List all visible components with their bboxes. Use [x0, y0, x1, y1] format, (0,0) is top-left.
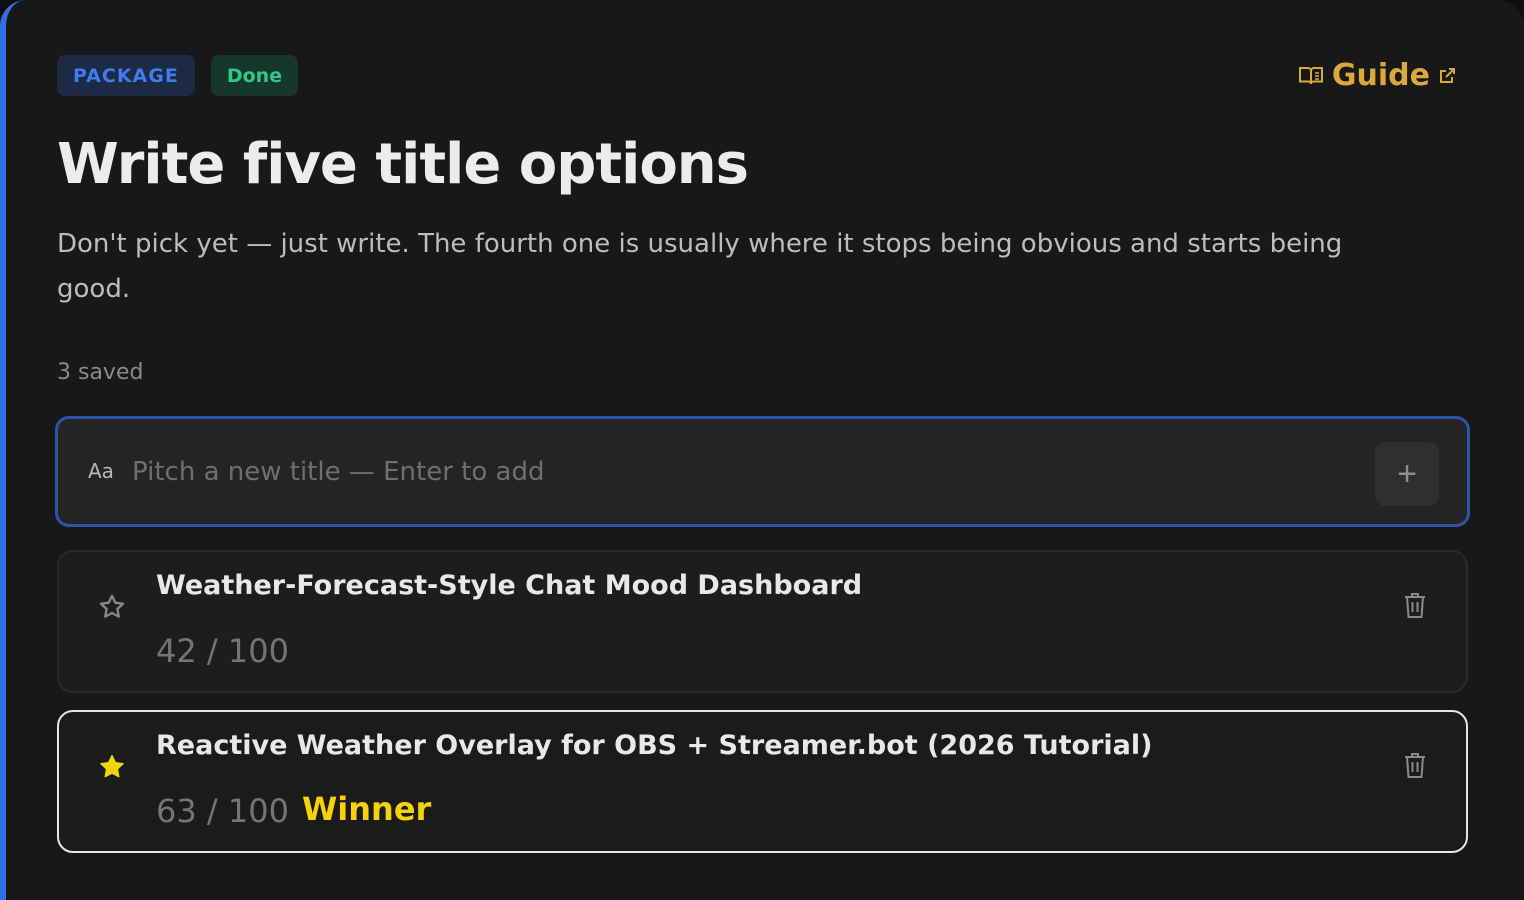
add-title-button[interactable]: +: [1375, 442, 1439, 506]
external-link-icon: [1438, 67, 1456, 85]
status-badge: Done: [210, 55, 299, 96]
title-score: 63 / 100: [156, 792, 289, 830]
trash-icon[interactable]: [1402, 750, 1428, 780]
saved-count: 3 saved: [57, 360, 144, 385]
new-title-input[interactable]: [132, 449, 1352, 495]
new-title-composer: Aa +: [55, 416, 1470, 527]
guide-label: Guide: [1331, 58, 1430, 93]
task-description: Don't pick yet — just write. The fourth …: [57, 229, 1343, 304]
title-option-card-winner: Reactive Weather Overlay for OBS + Strea…: [57, 710, 1468, 853]
trash-icon[interactable]: [1402, 590, 1428, 620]
star-outline-icon[interactable]: [97, 592, 127, 622]
title-option-card: Weather-Forecast-Style Chat Mood Dashboa…: [57, 550, 1468, 693]
plus-icon: +: [1397, 455, 1417, 493]
page-title: Write five title options: [57, 132, 749, 197]
title-option-text: Weather-Forecast-Style Chat Mood Dashboa…: [156, 570, 863, 601]
guide-link[interactable]: Guide: [1298, 58, 1456, 93]
task-card: PACKAGE Done Guide Write five title opti…: [0, 0, 1524, 900]
star-filled-icon[interactable]: [97, 752, 127, 782]
title-option-text: Reactive Weather Overlay for OBS + Strea…: [156, 730, 1153, 761]
badge-row: PACKAGE Done: [57, 55, 299, 96]
winner-label: Winner: [302, 790, 432, 828]
type-badge: PACKAGE: [57, 55, 195, 96]
text-format-icon: Aa: [88, 459, 114, 483]
book-icon: [1298, 65, 1324, 87]
title-score: 42 / 100: [156, 632, 289, 670]
